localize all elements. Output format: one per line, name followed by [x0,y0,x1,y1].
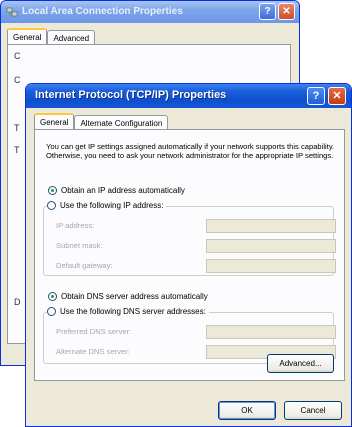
close-button[interactable]: ✕ [328,87,346,105]
back-panel-label-fragment: T [14,123,20,133]
back-help-button[interactable]: ? [259,3,276,20]
back-panel-label-fragment: D [14,297,21,307]
tab-strip: General Alternate Configuration [34,113,169,131]
ip-address-label: IP address: [56,221,95,230]
tcpip-properties-window: Internet Protocol (TCP/IP) Properties ? … [25,83,352,427]
use-following-ip-label: Use the following IP address: [60,201,164,210]
ip-address-field[interactable] [206,219,336,233]
back-window-titlebar[interactable]: Local Area Connection Properties ? ✕ [1,1,299,23]
cancel-button[interactable]: Cancel [284,401,342,420]
alternate-dns-label: Alternate DNS server: [56,347,130,356]
use-following-dns-option[interactable]: Use the following DNS server addresses: [47,307,209,316]
back-window-title: Local Area Connection Properties [22,6,183,17]
use-following-dns-radio[interactable] [47,307,56,316]
back-close-button[interactable]: ✕ [278,3,295,20]
network-connection-icon [6,7,18,17]
use-following-ip-option[interactable]: Use the following IP address: [47,201,167,210]
ip-address-row: IP address: [56,219,336,233]
preferred-dns-row: Preferred DNS server: [56,325,336,339]
back-panel-label-fragment: T [14,145,20,155]
ok-button[interactable]: OK [218,401,276,420]
use-following-ip-radio[interactable] [47,201,56,210]
advanced-button[interactable]: Advanced... [267,354,334,373]
subnet-mask-field[interactable] [206,239,336,253]
front-window-titlebar[interactable]: Internet Protocol (TCP/IP) Properties ? … [26,84,351,108]
description-text: You can get IP settings assigned automat… [46,142,335,160]
back-panel-label-fragment: C [14,75,21,85]
help-button[interactable]: ? [307,87,325,105]
default-gateway-row: Default gateway: [56,259,336,273]
default-gateway-label: Default gateway: [56,261,113,270]
ip-address-group: Use the following IP address: IP address… [43,201,336,276]
subnet-mask-row: Subnet mask: [56,239,336,253]
use-following-dns-label: Use the following DNS server addresses: [60,307,206,316]
default-gateway-field[interactable] [206,259,336,273]
subnet-mask-label: Subnet mask: [56,241,103,250]
obtain-dns-automatically-label: Obtain DNS server address automatically [61,292,208,301]
back-panel-label-fragment: C [14,51,21,61]
preferred-dns-field[interactable] [206,325,336,339]
obtain-ip-automatically-option[interactable]: Obtain an IP address automatically [48,186,185,195]
obtain-dns-automatically-option[interactable]: Obtain DNS server address automatically [48,292,208,301]
front-window-title: Internet Protocol (TCP/IP) Properties [35,89,227,101]
obtain-ip-automatically-radio[interactable] [48,186,57,195]
back-tab-strip: General Advanced [7,28,96,46]
general-tab-panel: You can get IP settings assigned automat… [34,129,345,381]
obtain-ip-automatically-label: Obtain an IP address automatically [61,186,185,195]
obtain-dns-automatically-radio[interactable] [48,292,57,301]
preferred-dns-label: Preferred DNS server: [56,327,132,336]
